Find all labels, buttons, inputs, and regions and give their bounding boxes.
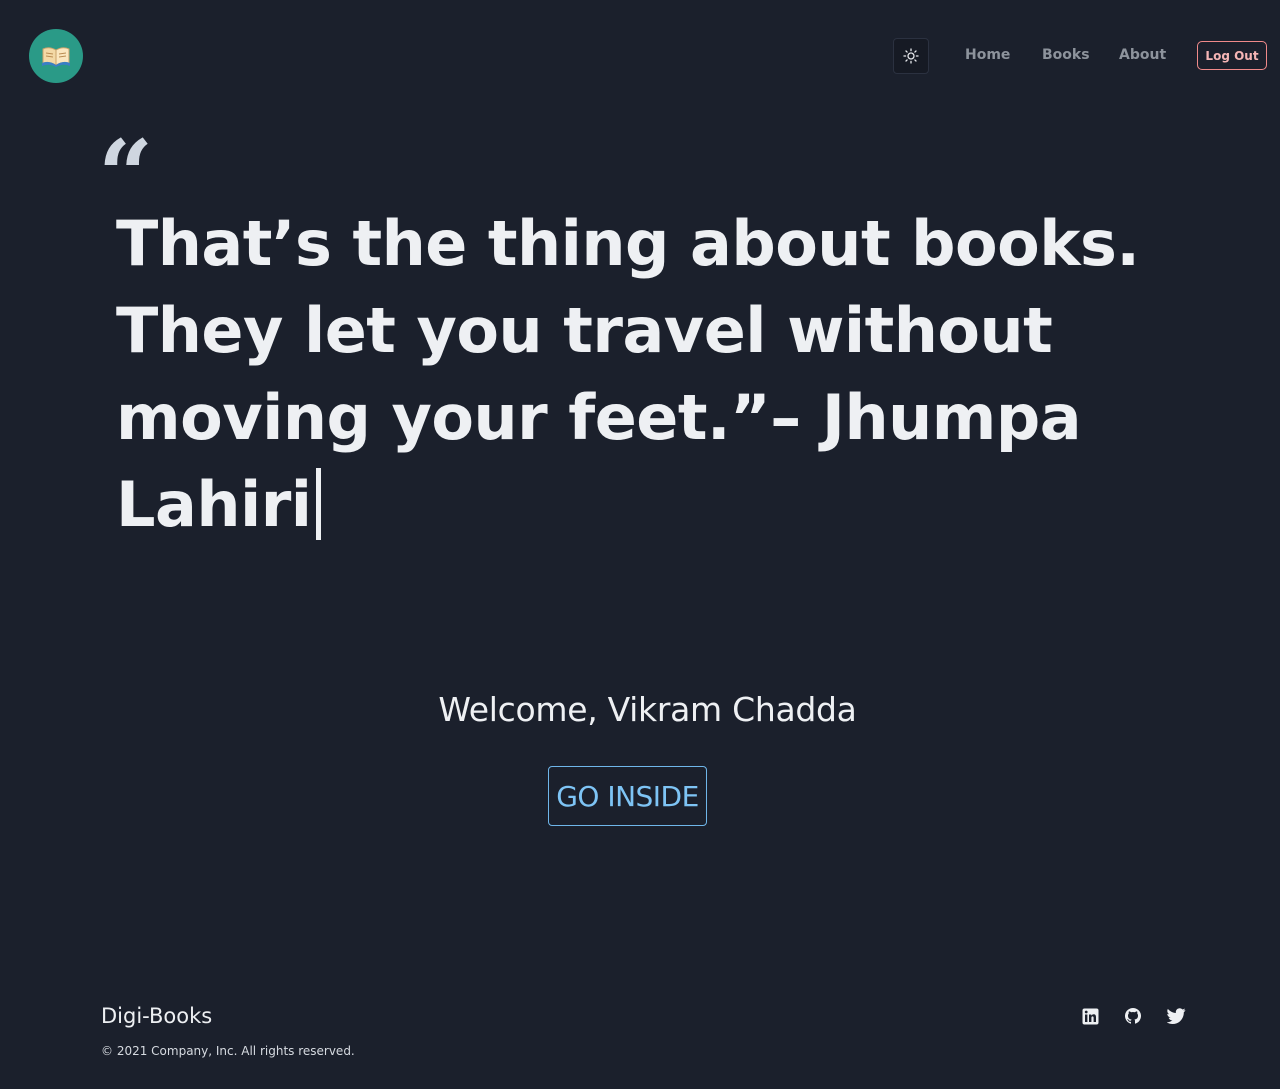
hero-quote: That’s the thing about books. They let y… (116, 200, 1166, 548)
footer-brand: Digi-Books (101, 1004, 213, 1028)
page: Home Books About Log Out “ That’s the th… (0, 0, 1280, 1089)
typing-cursor (315, 468, 321, 540)
logout-button[interactable]: Log Out (1197, 41, 1267, 70)
linkedin-icon (1082, 1008, 1098, 1024)
footer-copyright: © 2021 Company, Inc. All rights reserved… (101, 1044, 355, 1058)
linkedin-link[interactable] (1080, 1006, 1100, 1026)
twitter-link[interactable] (1166, 1006, 1186, 1026)
github-link[interactable] (1123, 1006, 1143, 1026)
nav-books-link[interactable]: Books (1042, 47, 1090, 63)
go-inside-button[interactable]: GO INSIDE (548, 766, 707, 826)
nav-about-link[interactable]: About (1119, 47, 1166, 63)
nav-home-link[interactable]: Home (965, 47, 1010, 63)
twitter-icon (1166, 1008, 1185, 1024)
hero-quote-text: That’s the thing about books. They let y… (116, 207, 1140, 541)
open-book-icon (42, 47, 70, 67)
logo[interactable] (29, 29, 83, 83)
theme-toggle-button[interactable] (893, 38, 929, 74)
github-icon (1124, 1008, 1142, 1024)
sun-icon (903, 48, 919, 64)
welcome-message: Welcome, Vikram Chadda (438, 690, 857, 729)
